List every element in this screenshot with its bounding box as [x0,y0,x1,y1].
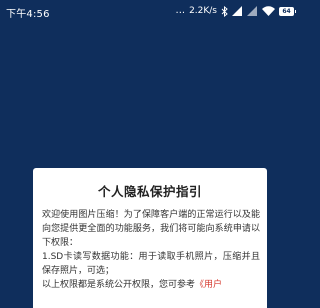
bluetooth-icon [221,5,228,17]
status-icons: ... 2.2K/s 64 [175,4,296,18]
privacy-dialog: 个人隐私保护指引 欢迎使用图片压缩！为了保障客户端的正常运行以及能向您提供更全面… [33,168,267,308]
network-speed: 2.2K/s [189,6,217,16]
permission-note: 以上权限都是系统公开权限，您可参考《用户 [42,278,260,292]
permission-item-sd-card: 1.SD卡读写数据功能：用于读取手机照片，压缩并且保存照片，可选； [42,252,260,276]
user-agreement-link[interactable]: 《用户 [195,280,222,290]
dialog-title: 个人隐私保护指引 [97,184,202,199]
signal-icon [247,6,258,16]
permission-note-text: 以上权限都是系统公开权限，您可参考 [42,280,196,290]
wifi-icon [262,6,275,16]
signal-icon [232,6,243,16]
status-time: 下午4:56 [6,9,50,20]
status-dots: ... [175,5,186,16]
dialog-body: 欢迎使用图片压缩！为了保障客户端的正常运行以及能向您提供更全面的功能服务，我们将… [42,208,260,292]
intro-paragraph: 欢迎使用图片压缩！为了保障客户端的正常运行以及能向您提供更全面的功能服务，我们将… [42,210,260,248]
status-bar: 下午4:56 ... 2.2K/s 64 [0,0,300,22]
battery-icon: 64 [279,6,296,16]
